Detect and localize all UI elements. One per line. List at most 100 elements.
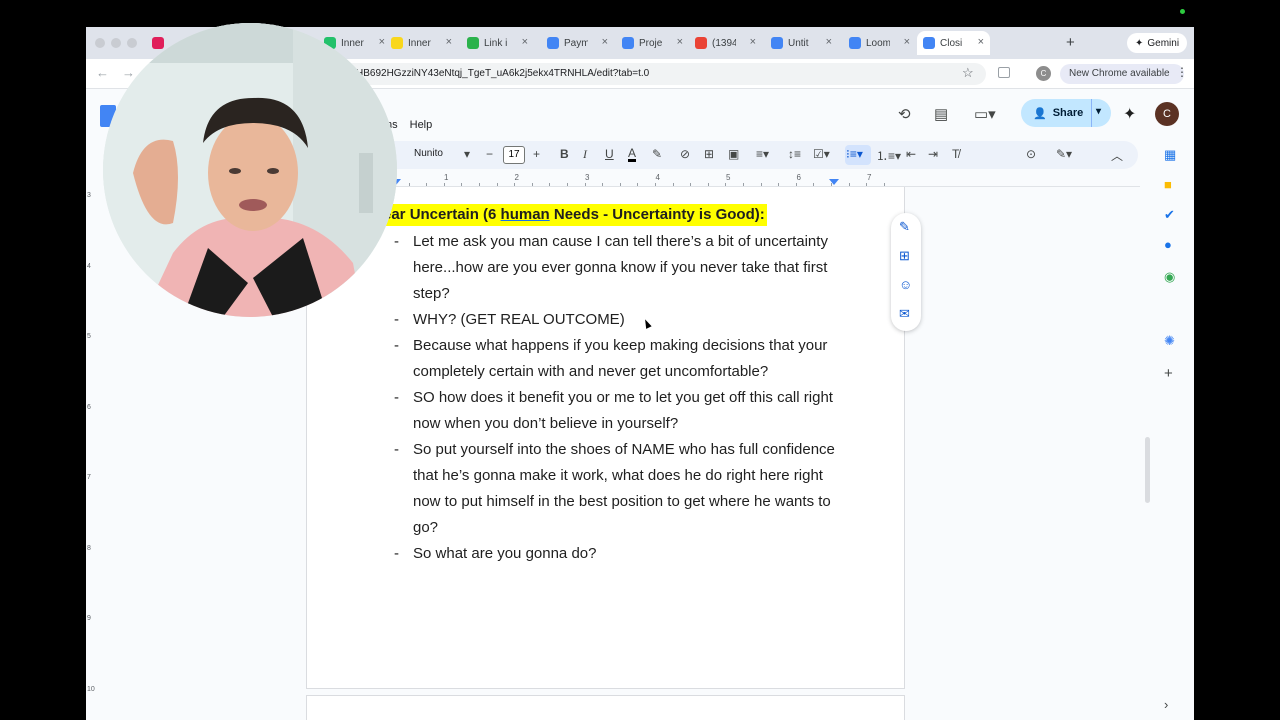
bullet-item[interactable]: So put yourself into the shoes of NAME w…: [394, 437, 835, 541]
ruler-number: 1: [444, 173, 449, 182]
account-avatar[interactable]: C: [1155, 102, 1179, 126]
new-chrome-available-button[interactable]: New Chrome available: [1060, 64, 1184, 84]
highlight-pen-icon[interactable]: ✎: [652, 147, 662, 161]
tab-label: Paym: [564, 37, 588, 49]
add-comment-float-icon[interactable]: ⊞: [899, 248, 910, 264]
browser-tab[interactable]: Closi ×: [917, 31, 990, 55]
bullet-item[interactable]: SO how does it benefit you or me to let …: [394, 385, 835, 437]
editing-mode-icon[interactable]: ⊙: [1026, 147, 1036, 161]
increase-indent-icon[interactable]: ⇥: [928, 147, 938, 161]
window-minimize-dot[interactable]: [111, 38, 121, 48]
tab-close-icon[interactable]: ×: [750, 36, 756, 48]
bold-icon[interactable]: B: [560, 147, 569, 161]
bookmark-star-icon[interactable]: ☆: [962, 65, 974, 81]
back-arrow-icon[interactable]: ←: [96, 65, 109, 80]
tab-close-icon[interactable]: ×: [446, 36, 452, 48]
insert-link-icon[interactable]: ⊘: [680, 147, 690, 161]
browser-tab[interactable]: Untit ×: [765, 31, 838, 55]
ruler-tick: [514, 183, 516, 186]
underline-icon[interactable]: U: [605, 147, 614, 161]
align-left-icon[interactable]: ≡▾: [756, 147, 769, 161]
font-family-select[interactable]: Nunito: [414, 148, 443, 159]
forward-arrow-icon[interactable]: →: [122, 65, 135, 80]
heading-part-3: Needs - Uncertainty is Good):: [549, 206, 765, 223]
collapse-menu-chevron-icon[interactable]: ︿: [1111, 147, 1123, 164]
italic-icon[interactable]: I: [583, 147, 587, 162]
tab-close-icon[interactable]: ×: [602, 36, 608, 48]
gemini-spark-icon[interactable]: ✦: [1123, 104, 1136, 124]
tasks-icon[interactable]: ✔: [1164, 207, 1175, 223]
font-dropdown-chevron-icon[interactable]: ▾: [464, 147, 470, 161]
ruler-number: 4: [655, 173, 660, 182]
bullet-item[interactable]: Because what happens if you keep making …: [394, 333, 835, 385]
addon-icon[interactable]: ✺: [1164, 333, 1175, 349]
version-history-icon[interactable]: ⟲: [898, 105, 911, 123]
url-text[interactable]: HB692HGzziNY43eNtqj_TgeT_uA6k2j5ekx4TRNH…: [356, 68, 649, 79]
tab-favicon-icon: [152, 37, 164, 49]
ruler-tick: [778, 183, 780, 186]
chevron-down-icon[interactable]: ▾: [1096, 106, 1101, 117]
emoji-reaction-icon[interactable]: ☺: [899, 277, 912, 292]
document-scrollbar[interactable]: [1145, 437, 1150, 503]
section-heading: ear Uncertain (6 human Needs - Uncertain…: [383, 204, 767, 226]
checklist-icon[interactable]: ☑▾: [813, 147, 830, 161]
profile-avatar-small[interactable]: C: [1036, 66, 1051, 81]
insert-image-icon[interactable]: ▣: [728, 147, 739, 161]
presenter-video-frame: [103, 23, 397, 317]
maps-icon[interactable]: ◉: [1164, 269, 1175, 285]
suggest-edits-icon[interactable]: ✉: [899, 306, 910, 322]
chrome-menu-icon[interactable]: ⋮: [1176, 65, 1188, 79]
tab-close-icon[interactable]: ×: [522, 36, 528, 48]
add-comment-icon[interactable]: ⊞: [704, 147, 714, 161]
line-spacing-icon[interactable]: ↕≡: [788, 147, 801, 161]
new-tab-button[interactable]: +: [1066, 34, 1075, 51]
share-button[interactable]: 👤 Share ▾: [1021, 99, 1111, 127]
tab-close-icon[interactable]: ×: [904, 36, 910, 48]
pencil-mode-icon[interactable]: ✎▾: [1056, 147, 1072, 161]
next-document-page[interactable]: [306, 695, 905, 720]
window-zoom-dot[interactable]: [127, 38, 137, 48]
clear-formatting-icon[interactable]: T̸: [952, 147, 959, 161]
tab-label: Loom: [866, 37, 890, 49]
document-page[interactable]: ear Uncertain (6 human Needs - Uncertain…: [306, 187, 905, 689]
browser-tab[interactable]: Inner ×: [385, 31, 458, 55]
browser-tab[interactable]: Paym ×: [541, 31, 614, 55]
bullet-item[interactable]: Let me ask you man cause I can tell ther…: [394, 229, 835, 307]
vertical-ruler-number: 6: [87, 403, 91, 411]
font-size-input[interactable]: 17: [503, 146, 525, 164]
browser-tab[interactable]: (1394 ×: [689, 31, 762, 55]
browser-tab[interactable]: Proje ×: [616, 31, 689, 55]
tab-favicon-icon: [923, 37, 935, 49]
gemini-button[interactable]: ✦ Gemini: [1127, 33, 1188, 53]
browser-tab[interactable]: Link i ×: [461, 31, 534, 55]
decrease-font-size-icon[interactable]: −: [486, 147, 493, 161]
calendar-icon[interactable]: ▦: [1164, 147, 1176, 163]
text-color-icon[interactable]: A: [628, 147, 637, 162]
tab-close-icon[interactable]: ×: [978, 36, 984, 48]
tab-close-icon[interactable]: ×: [677, 36, 683, 48]
increase-font-size-icon[interactable]: +: [533, 147, 540, 161]
add-addon-icon[interactable]: +: [1164, 365, 1173, 382]
expand-panel-chevron-icon[interactable]: ›: [1164, 697, 1168, 712]
comments-icon[interactable]: ▤: [934, 105, 948, 123]
decrease-indent-icon[interactable]: ⇤: [906, 147, 916, 161]
contacts-icon[interactable]: ●: [1164, 237, 1172, 252]
tab-close-icon[interactable]: ×: [826, 36, 832, 48]
ruler-tick: [637, 183, 639, 186]
gemini-icon: ✦: [1135, 37, 1144, 49]
keep-icon[interactable]: ■: [1164, 177, 1172, 192]
menu-item-help[interactable]: Help: [410, 119, 433, 131]
vertical-ruler-number: 5: [87, 333, 91, 340]
bulleted-list-icon[interactable]: ⁝≡▾: [846, 147, 863, 161]
share-divider: [1091, 99, 1092, 127]
bullet-item[interactable]: So what are you gonna do?: [394, 541, 835, 567]
ruler-tick: [619, 183, 621, 186]
tab-search-icon[interactable]: [998, 67, 1010, 78]
edit-suggest-icon[interactable]: ✎: [899, 219, 910, 235]
meet-camera-icon[interactable]: ▭▾: [974, 105, 996, 123]
bullet-item[interactable]: WHY? (GET REAL OUTCOME): [394, 307, 835, 333]
browser-tab[interactable]: Loom ×: [843, 31, 916, 55]
numbered-list-icon[interactable]: ⒈≡▾: [876, 147, 901, 164]
formatting-toolbar: Nunito ▾ − 17 + B I U A ✎ ⊘ ⊞ ▣ ≡▾ ↕≡ ☑▾…: [376, 141, 1138, 169]
window-close-dot[interactable]: [95, 38, 105, 48]
